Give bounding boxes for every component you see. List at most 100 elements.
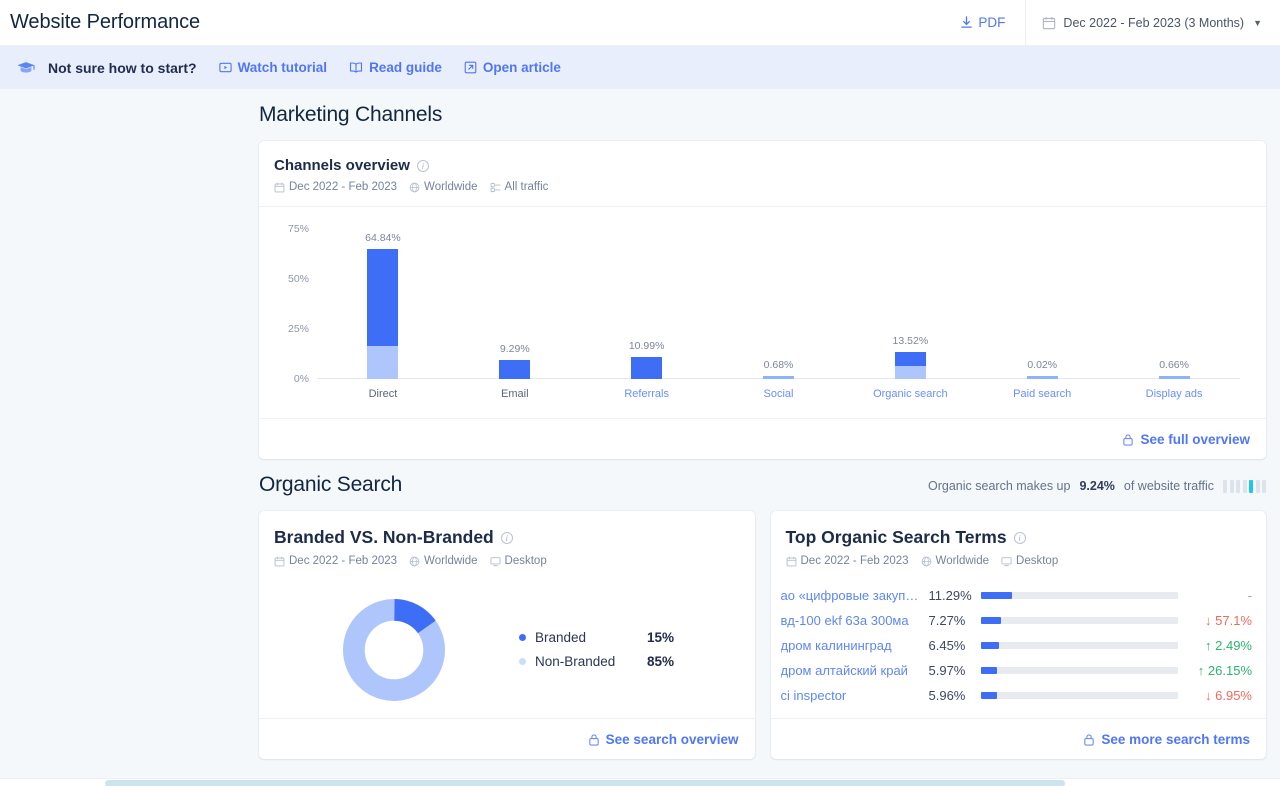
horizontal-scrollbar[interactable] [0,778,1280,786]
see-search-overview-link[interactable]: See search overview [588,732,739,747]
meta-date: Dec 2022 - Feb 2023 [786,555,909,567]
date-range-picker[interactable]: Dec 2022 - Feb 2023 (3 Months) ▼ [1025,0,1280,46]
search-term-delta: ↓ 57.1% [1205,613,1252,628]
table-row: дром алтайский край 5.97% ↑ 26.15% [781,658,1253,683]
chart-bar-stack [763,376,794,379]
search-term-percent: 5.96% [928,688,966,703]
page-title: Website Performance [10,11,201,33]
meta-region: Worldwide [409,181,478,193]
branded-card-header: Branded VS. Non-Branded i Dec 2022 - Feb… [259,511,755,577]
chart-bar-paid-search[interactable]: 0.02% [976,229,1108,379]
calendar-icon [274,556,285,567]
search-term-bar-track [980,667,1178,674]
chart-bar-social[interactable]: 0.68% [713,229,845,379]
meta-device: Desktop [489,555,547,567]
chart-x-label-display-ads[interactable]: Display ads [1108,388,1240,400]
chart-bar-value: 0.68% [763,359,794,371]
search-term-link[interactable]: ci inspector [781,688,929,703]
chart-bar-referrals[interactable]: 10.99% [581,229,713,379]
search-term-bar-fill [980,617,1001,624]
meta-date-label: Dec 2022 - Feb 2023 [289,181,398,193]
help-banner-prompt: Not sure how to start? [16,60,197,76]
search-term-delta: - [1247,588,1252,603]
meta-device-label: Desktop [1016,555,1059,567]
filter-icon [490,182,501,193]
lock-icon [1122,433,1134,446]
legend-item: Branded 15% [519,630,674,645]
legend-value-non-branded: 85% [647,654,675,669]
traffic-bar-5 [1255,479,1260,493]
meta-traffic-label: All traffic [504,181,549,193]
traffic-bar-2 [1236,479,1240,493]
chart-bar-value: 10.99% [628,340,665,353]
marketing-channels-title: Marketing Channels [259,103,443,126]
chart-bar-direct[interactable]: 64.84% [317,229,449,379]
search-term-link[interactable]: ао «цифровые закупки» [781,588,929,603]
terms-column: Top Organic Search Terms i Dec 2022 - Fe… [770,511,1267,759]
chart-bar-organic-search[interactable]: 13.52% [844,229,976,379]
organic-search-header: Organic Search Organic search makes up 9… [259,459,1266,511]
chart-bar-display-ads[interactable]: 0.66% [1108,229,1240,379]
chart-x-label-social[interactable]: Social [713,388,845,400]
read-guide-link[interactable]: Read guide [349,60,442,75]
traffic-bar-1 [1229,479,1234,493]
table-row: дром калининград 6.45% ↑ 2.49% [781,633,1253,658]
download-icon [960,16,973,29]
help-banner: Not sure how to start? Watch tutorial Re… [0,46,1280,89]
legend-item: Non-Branded 85% [519,654,674,669]
search-term-bar-track [980,617,1178,624]
chart-x-labels: Direct Email Referrals Social Organic search… [317,388,1240,400]
chart-bar-stack [499,360,531,379]
search-term-bar-fill [980,592,1013,599]
book-icon [349,61,363,74]
see-more-search-terms-link[interactable]: See more search terms [1083,732,1250,747]
terms-card-header: Top Organic Search Terms i Dec 2022 - Fe… [771,511,1267,575]
chart-bar-value: 13.52% [892,334,929,347]
info-icon[interactable]: i [500,531,513,544]
meta-region-label: Worldwide [424,181,478,193]
channels-overview-header: Channels overview i Dec 2022 - Feb 2023 [259,141,1266,207]
chart-x-label-organic-search[interactable]: Organic search [844,388,976,400]
search-term-link[interactable]: дром калининград [781,638,929,653]
meta-date-label: Dec 2022 - Feb 2023 [800,555,909,567]
terms-card-title: Top Organic Search Terms [785,527,1007,547]
chart-bar-value: 64.84% [365,232,401,245]
traffic-note-pre: Organic search makes up [928,479,1071,493]
open-article-link[interactable]: Open article [464,60,561,75]
meta-region: Worldwide [409,555,478,567]
info-icon[interactable]: i [416,159,429,172]
meta-region-label: Worldwide [935,555,990,567]
watch-tutorial-link[interactable]: Watch tutorial [218,60,327,75]
legend-label-branded: Branded [535,630,587,645]
table-row: вд-100 ekf 63a 300мa 7.27% ↓ 57.1% [781,608,1253,633]
organic-search-title: Organic Search [259,473,403,496]
search-term-link[interactable]: вд-100 ekf 63a 300мa [781,613,929,628]
branded-card: Branded VS. Non-Branded i Dec 2022 - Feb… [259,511,755,759]
chart-x-label-referrals[interactable]: Referrals [581,388,713,400]
table-row: ао «цифровые закупки» 11.29% - [781,583,1253,608]
y-tick-75: 75% [287,223,309,235]
terms-card-meta: Dec 2022 - Feb 2023 Worldwide Desktop [786,555,1252,567]
meta-date: Dec 2022 - Feb 2023 [274,555,397,567]
channels-overview-footer: See full overview [259,418,1266,459]
search-term-delta: ↑ 2.49% [1205,638,1252,653]
info-icon[interactable]: i [1013,531,1026,544]
meta-traffic: All traffic [490,181,549,193]
channels-overview-meta: Dec 2022 - Feb 2023 Worldwide All traffi… [274,181,1251,193]
search-term-bar-track [980,592,1178,599]
horizontal-scrollbar-thumb[interactable] [105,780,1065,786]
traffic-bar-0 [1223,479,1227,493]
chart-x-label-paid-search[interactable]: Paid search [976,388,1108,400]
search-term-link[interactable]: дром алтайский край [781,663,929,678]
see-full-overview-link[interactable]: See full overview [1122,432,1250,447]
globe-icon [409,182,420,193]
report-content: Marketing Channels Channels overview i D… [259,89,1266,781]
chart-bar-stack [1026,376,1058,379]
globe-icon [409,556,420,567]
traffic-level-indicator [1223,479,1266,493]
see-full-overview-label: See full overview [1140,431,1250,447]
legend-label-non-branded: Non-Branded [535,654,616,669]
export-pdf-button[interactable]: PDF [940,0,1025,46]
chart-bar-email[interactable]: 9.29% [449,229,581,379]
chart-bar-stack [367,249,399,379]
